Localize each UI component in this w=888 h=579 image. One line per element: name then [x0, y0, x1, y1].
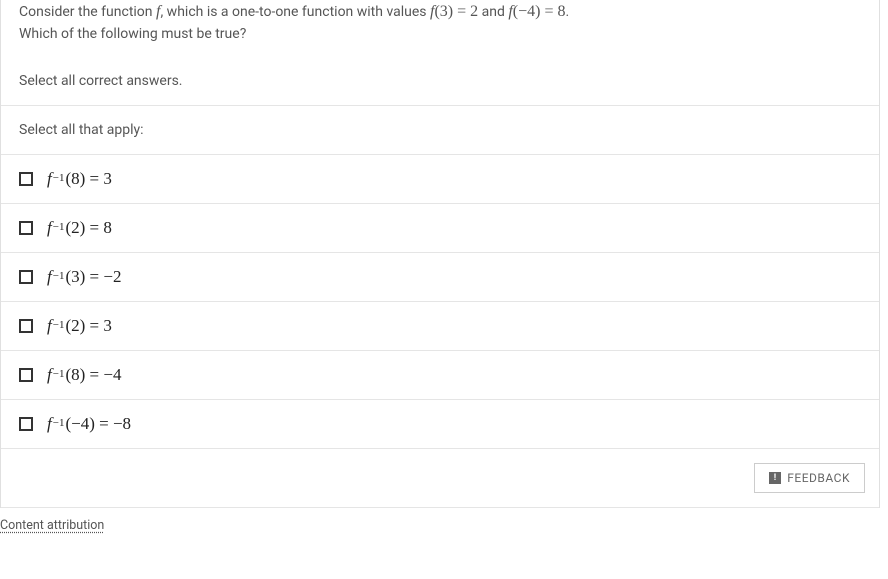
option-row-5[interactable]: f−1(−4) = −8 [1, 399, 879, 448]
checkbox-5[interactable] [19, 417, 33, 431]
select-instruction: Select all correct answers. [1, 59, 879, 105]
content-attribution-link[interactable]: Content attribution [0, 508, 104, 533]
option-math-0: f−1(8) = 3 [47, 169, 112, 189]
option-math-3: f−1(2) = 3 [47, 316, 112, 336]
question-mid2: and [478, 4, 508, 20]
checkbox-3[interactable] [19, 319, 33, 333]
question-container: Consider the function f, which is a one-… [0, 0, 880, 508]
option-math-5: f−1(−4) = −8 [47, 414, 131, 434]
feedback-button[interactable]: FEEDBACK [754, 463, 865, 493]
question-intro: Consider the function [19, 4, 156, 20]
option-row-1[interactable]: f−1(2) = 8 [1, 203, 879, 252]
feedback-label: FEEDBACK [787, 471, 850, 485]
option-math-2: f−1(3) = −2 [47, 267, 121, 287]
question-eq1: f(3) = 2 [430, 3, 478, 20]
question-line-2: Which of the following must be true? [19, 24, 861, 45]
select-all-label: Select all that apply: [1, 105, 879, 154]
option-math-1: f−1(2) = 8 [47, 218, 112, 238]
checkbox-1[interactable] [19, 221, 33, 235]
option-row-0[interactable]: f−1(8) = 3 [1, 154, 879, 203]
question-text-block: Consider the function f, which is a one-… [1, 0, 879, 59]
option-row-4[interactable]: f−1(8) = −4 [1, 350, 879, 399]
question-eq2: f(−4) = 8 [508, 3, 565, 20]
checkbox-4[interactable] [19, 368, 33, 382]
question-line-1: Consider the function f, which is a one-… [19, 0, 861, 24]
checkbox-0[interactable] [19, 172, 33, 186]
option-math-4: f−1(8) = −4 [47, 365, 121, 385]
option-row-3[interactable]: f−1(2) = 3 [1, 301, 879, 350]
checkbox-2[interactable] [19, 270, 33, 284]
feedback-row: FEEDBACK [1, 448, 879, 508]
question-period: . [565, 4, 569, 20]
option-row-2[interactable]: f−1(3) = −2 [1, 252, 879, 301]
question-mid1: , which is a one-to-one function with va… [160, 4, 430, 20]
flag-icon [769, 472, 781, 484]
